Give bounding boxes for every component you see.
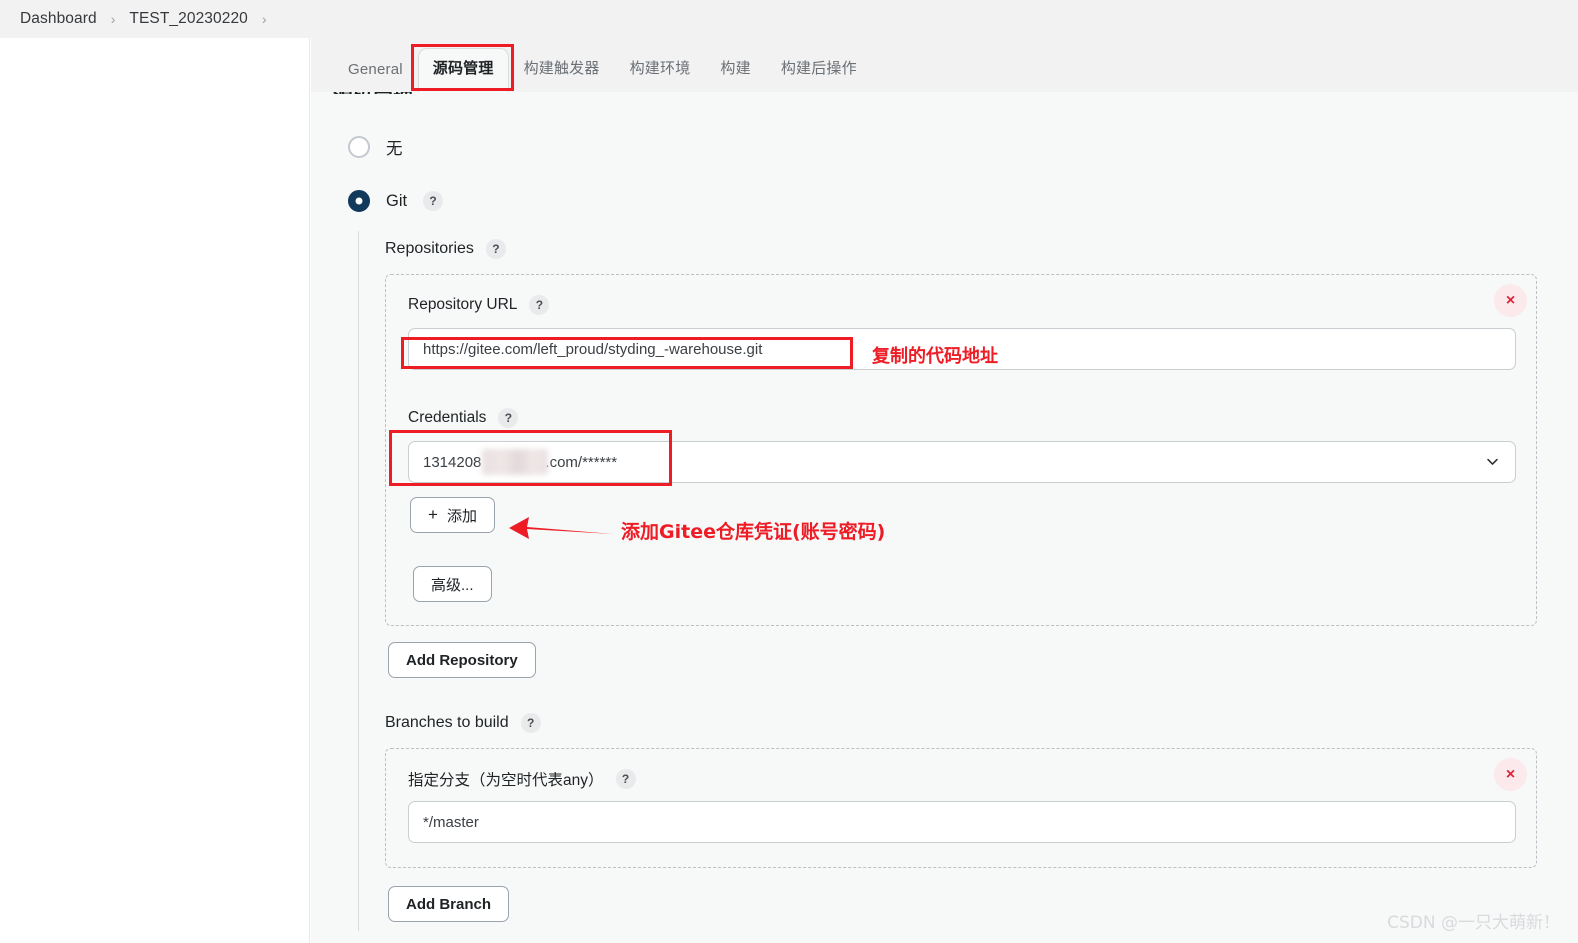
breadcrumb-separator-icon-2: › [261, 11, 267, 27]
branches-label: Branches to build [385, 714, 509, 731]
breadcrumb-separator-icon: › [110, 11, 116, 27]
radio-git-label: Git [386, 191, 408, 210]
credentials-value-prefix: 1314208 [423, 453, 482, 471]
advanced-label: 高级... [431, 576, 474, 594]
branch-spec-input[interactable] [408, 801, 1516, 843]
remove-branch-button[interactable]: × [1494, 758, 1527, 791]
advanced-wrap: 高级... [413, 566, 492, 602]
left-side-panel [0, 38, 310, 943]
credentials-help-icon[interactable]: ? [498, 408, 519, 428]
branch-spec-label-row: 指定分支（为空时代表any） ? [408, 768, 636, 790]
repo-url-annotation-text: 复制的代码地址 [872, 346, 998, 367]
radio-row-none[interactable]: 无 [348, 135, 403, 159]
branch-spec-field-wrap [408, 801, 1516, 843]
add-credential-button[interactable]: + 添加 [410, 497, 495, 533]
credentials-redaction [482, 449, 548, 475]
tab-post-build-actions[interactable]: 构建后操作 [766, 57, 872, 92]
add-repository-button[interactable]: Add Repository [388, 642, 536, 678]
remove-repository-button[interactable]: × [1494, 284, 1527, 317]
add-branch-button[interactable]: Add Branch [388, 886, 510, 922]
breadcrumb-item-project[interactable]: TEST_20230220 [129, 10, 248, 28]
tab-build-triggers[interactable]: 构建触发器 [509, 57, 615, 92]
tab-build-environment[interactable]: 构建环境 [615, 57, 706, 92]
branch-block: × 指定分支（为空时代表any） ? [385, 748, 1537, 868]
credentials-label: Credentials [408, 409, 487, 426]
credentials-value-suffix: .com/****** [545, 453, 618, 471]
repository-block: × Repository URL ? Credentials ? 1314208… [385, 274, 1537, 626]
radio-row-git[interactable]: Git ? [348, 190, 444, 212]
branch-spec-label: 指定分支（为空时代表any） [408, 772, 604, 789]
chevron-down-icon [1487, 458, 1498, 465]
repositories-label-row: Repositories ? [385, 239, 506, 259]
repositories-label: Repositories [385, 240, 474, 257]
breadcrumb: Dashboard › TEST_20230220 › [0, 0, 1578, 38]
repository-url-label: Repository URL [408, 296, 518, 313]
repositories-help-icon[interactable]: ? [485, 239, 506, 259]
add-branch-label: Add Branch [406, 895, 492, 913]
tab-build[interactable]: 构建 [705, 57, 765, 92]
git-section: Repositories ? × Repository URL ? Creden… [358, 231, 1538, 931]
credentials-select-wrap: 1314208 .com/****** [408, 441, 1516, 483]
add-repository-label: Add Repository [406, 651, 518, 669]
credential-annotation-text: 添加Gitee仓库凭证(账号密码) [621, 521, 886, 543]
radio-none-icon[interactable] [348, 136, 370, 158]
section-heading-clipped: 源码管理 [333, 92, 413, 94]
radio-none-label: 无 [386, 140, 403, 158]
tab-general[interactable]: General [333, 61, 418, 92]
add-repository-wrap: Add Repository [388, 642, 536, 678]
credentials-select[interactable]: 1314208 .com/****** [408, 441, 1516, 483]
breadcrumb-item-dashboard[interactable]: Dashboard [20, 10, 97, 28]
config-tab-bar: General 源码管理 构建触发器 构建环境 构建 构建后操作 [311, 38, 1578, 93]
add-credential-wrap: + 添加 [410, 497, 495, 533]
plus-icon: + [428, 505, 438, 524]
branch-spec-help-icon[interactable]: ? [615, 769, 636, 789]
repository-url-label-row: Repository URL ? [408, 295, 550, 315]
branches-label-row: Branches to build ? [385, 713, 541, 733]
radio-git-icon[interactable] [348, 190, 370, 212]
watermark: CSDN @一只大萌新！ [1387, 913, 1560, 933]
app-root: Dashboard › TEST_20230220 › General 源码管理… [0, 0, 1578, 943]
branches-help-icon[interactable]: ? [520, 713, 541, 733]
add-branch-wrap: Add Branch [388, 886, 510, 922]
advanced-button[interactable]: 高级... [413, 566, 492, 602]
add-credential-label: 添加 [446, 507, 477, 525]
git-help-icon[interactable]: ? [423, 191, 444, 211]
credentials-label-row: Credentials ? [408, 408, 519, 428]
tab-source-code-management[interactable]: 源码管理 [417, 48, 509, 93]
repository-url-help-icon[interactable]: ? [529, 295, 550, 315]
